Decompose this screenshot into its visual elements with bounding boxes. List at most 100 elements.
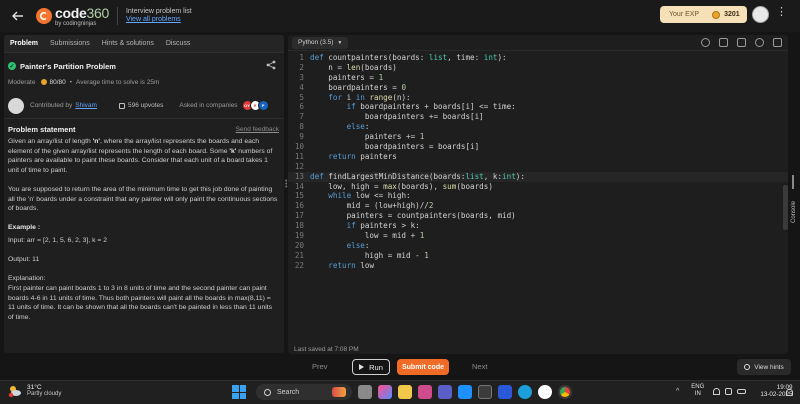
format-icon[interactable] [737, 38, 746, 47]
code-line[interactable]: 16 mid = (low+high)//2 [288, 201, 788, 211]
code-area[interactable]: 1 def countpainters(boards: list, time: i… [288, 53, 788, 328]
code-text: painters = 1 [310, 72, 384, 82]
code-line[interactable]: 3 painters = 1 [288, 73, 788, 83]
task-view-icon[interactable] [358, 385, 372, 399]
code-line[interactable]: 5 for i in range(n): [288, 93, 788, 103]
line-number: 12 [294, 161, 304, 171]
code-line[interactable]: 15 while low <= high: [288, 191, 788, 201]
code-line[interactable]: 6 if boardpainters + boards[i] <= time: [288, 102, 788, 112]
problem-meta: Moderate 80/80 • Average time to solve i… [4, 76, 284, 88]
file-explorer-icon[interactable] [398, 385, 412, 399]
run-button[interactable]: Run [352, 359, 390, 375]
share-icon[interactable] [266, 60, 276, 70]
company-logos[interactable]: OY ✕ P [241, 100, 269, 111]
contributed-by-label: Contributed by [30, 102, 73, 109]
run-label: Run [369, 362, 383, 372]
code-text: n = len(boards) [310, 62, 397, 72]
code-line[interactable]: 19 low = mid + 1 [288, 231, 788, 241]
vscode-icon[interactable] [458, 385, 472, 399]
explanation-heading: Explanation: [8, 275, 46, 283]
top-header: code360 by codingninjas Interview proble… [0, 0, 800, 32]
input-language[interactable]: ENG IN [691, 384, 704, 398]
tab-discuss[interactable]: Discuss [160, 35, 197, 53]
code-line[interactable]: 2 n = len(boards) [288, 63, 788, 73]
exp-value: 3201 [724, 11, 740, 18]
windows-start-icon[interactable] [232, 385, 246, 399]
taskbar-search[interactable]: Search [256, 384, 352, 400]
breadcrumb: Interview problem list View all problems [126, 8, 192, 24]
tray-expand-chevron-icon[interactable]: ^ [676, 388, 679, 395]
problem-tabs: Problem Submissions Hints & solutions Di… [4, 35, 284, 53]
tab-submissions[interactable]: Submissions [44, 35, 96, 53]
code-line[interactable]: 21 high = mid - 1 [288, 251, 788, 261]
copilot-icon[interactable] [378, 385, 392, 399]
fullscreen-icon[interactable] [773, 38, 782, 47]
next-button[interactable]: Next [472, 362, 487, 371]
terminal-icon[interactable] [478, 385, 492, 399]
difficulty-label: Moderate [8, 78, 36, 86]
panel-resize-handle[interactable]: • • • [285, 178, 287, 192]
prev-button[interactable]: Prev [312, 362, 327, 371]
explanation-text: First painter can paint boards 1 to 3 in… [8, 284, 273, 321]
code-line[interactable]: 17 painters = countpainters(boards, mid) [288, 211, 788, 221]
example-heading: Example : [8, 224, 41, 232]
code-line[interactable]: 4 boardpainters = 0 [288, 83, 788, 93]
chevron-down-icon: ▼ [337, 39, 343, 46]
code-line[interactable]: 10 boardpainters = boards[i] [288, 142, 788, 152]
volume-icon [725, 387, 733, 395]
code-text: painters = countpainters(boards, mid) [310, 211, 516, 221]
coin-icon [712, 10, 721, 19]
send-feedback-link[interactable]: Send feedback [236, 126, 279, 133]
description-paragraph-1: Given an array/list of length 'n', where… [8, 138, 273, 174]
code-text: low = mid + 1 [310, 231, 425, 241]
edge-icon[interactable] [518, 385, 532, 399]
more-options-icon[interactable]: ⋮ [776, 7, 787, 18]
code-text: if painters > k: [346, 221, 420, 231]
logo[interactable]: code360 by codingninjas [36, 6, 109, 27]
back-arrow-icon[interactable] [10, 8, 26, 24]
language-select[interactable]: Python (3.5) ▼ [292, 36, 349, 49]
console-label: Console [791, 200, 797, 223]
tray-status-icons[interactable] [713, 387, 747, 395]
code-text: painters += 1 [310, 132, 425, 142]
settings-gear-icon[interactable] [755, 38, 764, 47]
user-avatar[interactable] [752, 6, 769, 23]
code-line[interactable]: 22 return low [288, 261, 788, 271]
upvotes[interactable]: 596 upvotes [118, 102, 163, 109]
code-text: return painters [328, 151, 397, 161]
code-line[interactable]: 11 return painters [288, 152, 788, 162]
tab-hints-solutions[interactable]: Hints & solutions [96, 35, 160, 53]
statement-header: Problem statement Send feedback [4, 124, 284, 135]
view-hints-button[interactable]: View hints [737, 359, 791, 375]
code-line[interactable]: 8 else: [288, 122, 788, 132]
console-side-tab[interactable]: Console [790, 175, 798, 225]
notification-bell-icon[interactable] [786, 389, 793, 396]
editor-scrollbar[interactable] [783, 185, 788, 230]
teams-icon[interactable] [438, 385, 452, 399]
code-line[interactable]: 13 def findLargestMinDistance(boards:list… [288, 171, 788, 182]
code-line[interactable]: 9 painters += 1 [288, 132, 788, 142]
linkedin-icon[interactable] [498, 385, 512, 399]
play-icon [359, 364, 365, 370]
code-line[interactable]: 12 [288, 162, 788, 172]
photos-icon[interactable] [418, 385, 432, 399]
weather-widget[interactable]: 31°C Partly cloudy [8, 384, 61, 398]
code-line[interactable]: 20 else: [288, 241, 788, 251]
app-white-icon[interactable] [538, 385, 552, 399]
exp-badge[interactable]: Your EXP 3201 [660, 6, 747, 23]
reset-icon[interactable] [719, 38, 728, 47]
chrome-icon[interactable] [558, 385, 572, 399]
code-line[interactable]: 7 boardpainters += boards[i] [288, 112, 788, 122]
contributor-link[interactable]: Shivam [75, 102, 97, 109]
code-line[interactable]: 1 def countpainters(boards: list, time: i… [288, 53, 788, 63]
code-line[interactable]: 18 if painters > k: [288, 221, 788, 231]
taskbar-apps: Search [232, 384, 572, 400]
line-number: 11 [294, 151, 304, 161]
tab-problem[interactable]: Problem [4, 35, 44, 53]
view-all-problems-link[interactable]: View all problems [126, 16, 192, 24]
view-hints-label: View hints [754, 363, 784, 371]
code-editor-panel: Python (3.5) ▼ 1 def countpainters(boards… [288, 35, 788, 354]
code-line[interactable]: 14 low, high = max(boards), sum(boards) [288, 182, 788, 192]
timer-icon[interactable] [701, 38, 710, 47]
submit-code-button[interactable]: Submit code [397, 359, 449, 375]
